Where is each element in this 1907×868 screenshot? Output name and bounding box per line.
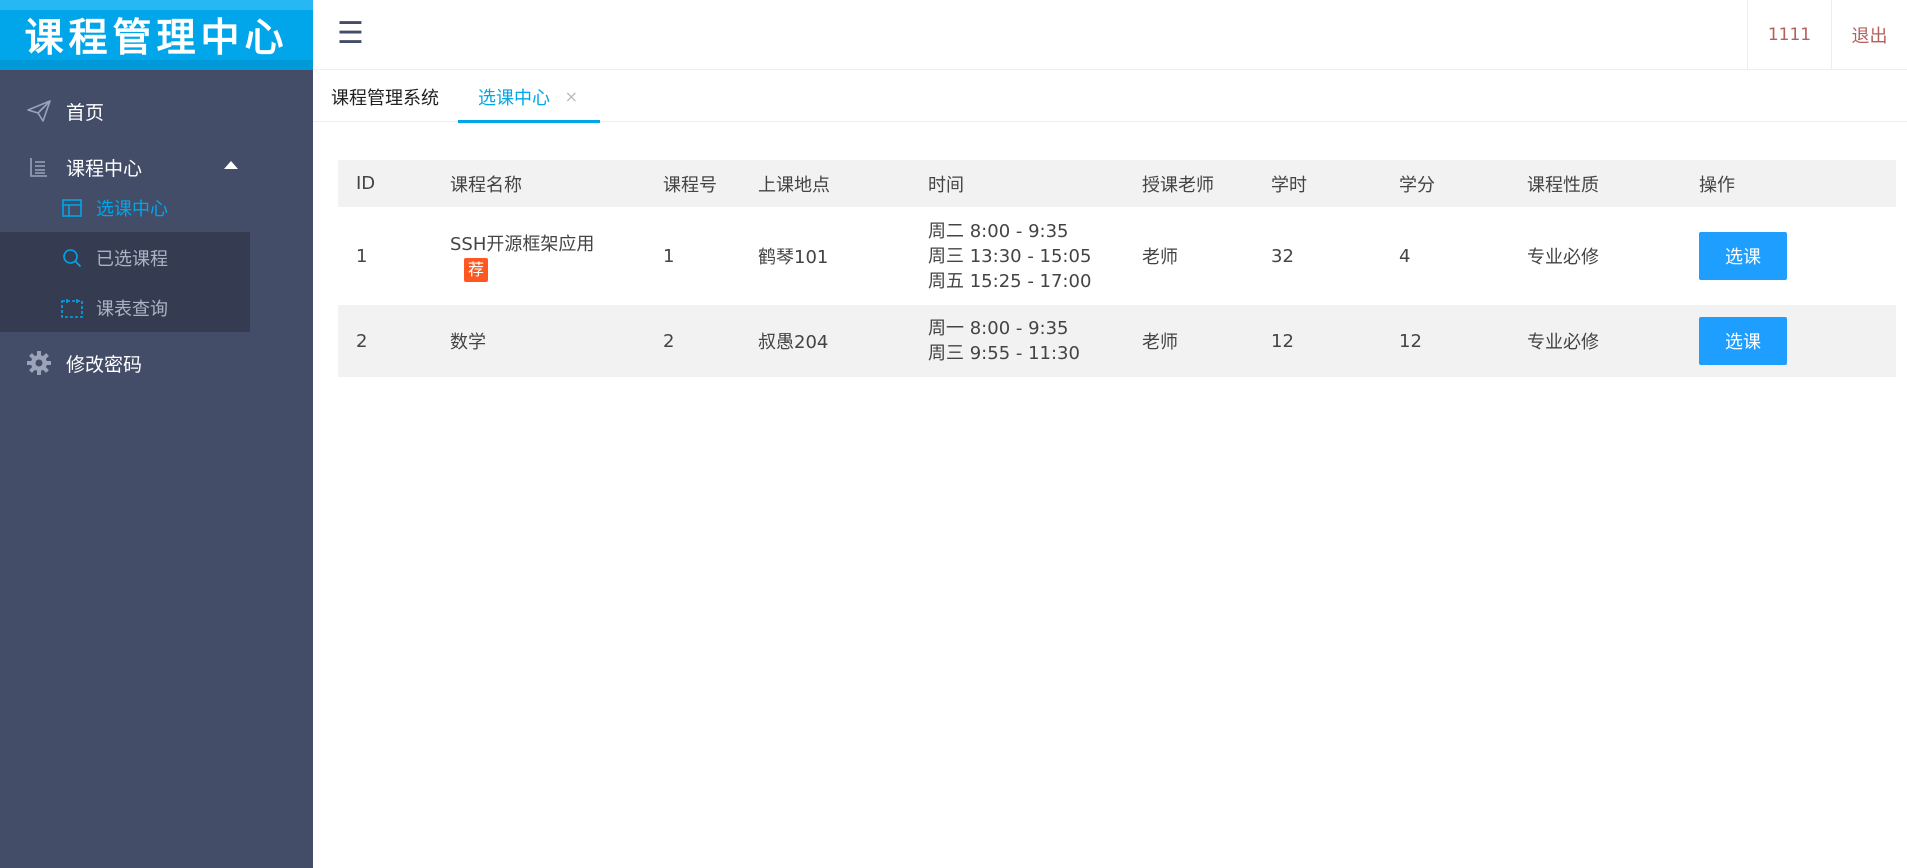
logo-text: 课程管理中心 bbox=[24, 15, 289, 61]
cell-id: 2 bbox=[338, 305, 432, 377]
cell-name: 数学 bbox=[432, 305, 645, 377]
tab-course-system[interactable]: 课程管理系统 bbox=[331, 71, 439, 122]
cell-location: 鹤琴101 bbox=[740, 207, 910, 305]
app-root: 课程管理中心 首页 课程中心 选课中心 已选课程 课表查询 修改密码 ☰ 111… bbox=[0, 0, 1907, 868]
column-header: 学分 bbox=[1381, 160, 1509, 207]
table-header-row: ID 课程名称 课程号 上课地点 时间 授课老师 学时 学分 课程性质 操作 bbox=[338, 160, 1896, 207]
cell-credit: 4 bbox=[1381, 207, 1509, 305]
cell-time: 周二 8:00 - 9:35 周三 13:30 - 15:05 周五 15:25… bbox=[910, 207, 1124, 305]
time-slot: 周五 15:25 - 17:00 bbox=[928, 270, 1092, 292]
tab-course-selection[interactable]: 选课中心 × bbox=[458, 71, 600, 123]
time-slot: 周三 13:30 - 15:05 bbox=[928, 245, 1092, 267]
cell-hours: 32 bbox=[1253, 207, 1381, 305]
column-header: 上课地点 bbox=[740, 160, 910, 207]
cell-teacher: 老师 bbox=[1124, 207, 1253, 305]
cell-name: SSH开源框架应用 荐 bbox=[432, 207, 645, 305]
tab-bar: 课程管理系统 选课中心 × bbox=[313, 71, 1907, 123]
user-name[interactable]: 1111 bbox=[1747, 0, 1831, 70]
cell-hours: 12 bbox=[1253, 305, 1381, 377]
sidebar-item-home[interactable]: 首页 bbox=[0, 83, 313, 139]
column-header: 学时 bbox=[1253, 160, 1381, 207]
cell-type: 专业必修 bbox=[1509, 305, 1681, 377]
sidebar-subitem-timetable[interactable]: 课表查询 bbox=[0, 283, 313, 333]
sidebar-subitem-label: 已选课程 bbox=[96, 249, 168, 270]
paper-plane-icon bbox=[24, 96, 54, 126]
tab-label: 课程管理系统 bbox=[331, 87, 439, 109]
time-slot: 周二 8:00 - 9:35 bbox=[928, 220, 1069, 242]
calendar-icon bbox=[60, 296, 84, 320]
hamburger-icon[interactable]: ☰ bbox=[337, 16, 365, 52]
cell-course-no: 1 bbox=[645, 207, 740, 305]
time-slot: 周三 9:55 - 11:30 bbox=[928, 343, 1080, 364]
sidebar-subitem-label: 选课中心 bbox=[96, 199, 168, 220]
sidebar-subitem-label: 课表查询 bbox=[96, 299, 168, 320]
sidebar-item-label: 修改密码 bbox=[66, 353, 143, 376]
cell-location: 叔愚204 bbox=[740, 305, 910, 377]
list-icon bbox=[24, 152, 54, 182]
select-course-button[interactable]: 选课 bbox=[1699, 317, 1787, 365]
cell-time: 周一 8:00 - 9:35 周三 9:55 - 11:30 bbox=[910, 305, 1124, 377]
column-header: 授课老师 bbox=[1124, 160, 1253, 207]
cell-type: 专业必修 bbox=[1509, 207, 1681, 305]
cell-action: 选课 bbox=[1681, 305, 1896, 377]
recommend-badge: 荐 bbox=[464, 258, 488, 282]
course-table: ID 课程名称 课程号 上课地点 时间 授课老师 学时 学分 课程性质 操作 1… bbox=[338, 160, 1896, 377]
sidebar-item-label: 课程中心 bbox=[66, 157, 143, 180]
column-header: 时间 bbox=[910, 160, 1124, 207]
sidebar-item-change-password[interactable]: 修改密码 bbox=[0, 335, 313, 391]
sidebar-item-label: 首页 bbox=[66, 101, 105, 124]
cell-credit: 12 bbox=[1381, 305, 1509, 377]
column-header: 课程性质 bbox=[1509, 160, 1681, 207]
cell-teacher: 老师 bbox=[1124, 305, 1253, 377]
gear-icon bbox=[24, 348, 54, 378]
logout-link[interactable]: 退出 bbox=[1831, 0, 1907, 70]
tab-label: 选课中心 bbox=[478, 87, 550, 109]
column-header: 课程号 bbox=[645, 160, 740, 207]
cell-course-no: 2 bbox=[645, 305, 740, 377]
select-course-button[interactable]: 选课 bbox=[1699, 232, 1787, 280]
close-icon[interactable]: × bbox=[565, 87, 578, 106]
sidebar: 课程管理中心 首页 课程中心 选课中心 已选课程 课表查询 修改密码 bbox=[0, 0, 313, 868]
search-icon bbox=[60, 246, 84, 270]
cell-id: 1 bbox=[338, 207, 432, 305]
table-row: 2 数学 2 叔愚204 周一 8:00 - 9:35 周三 9:55 - 11… bbox=[338, 305, 1896, 377]
logo: 课程管理中心 bbox=[0, 0, 313, 70]
column-header: 操作 bbox=[1681, 160, 1896, 207]
column-header: 课程名称 bbox=[432, 160, 645, 207]
cell-action: 选课 bbox=[1681, 207, 1896, 305]
column-header: ID bbox=[338, 160, 432, 207]
caret-up-icon bbox=[224, 161, 238, 169]
sidebar-subitem-course-selection[interactable]: 选课中心 bbox=[0, 183, 313, 233]
table-row: 1 SSH开源框架应用 荐 1 鹤琴101 周二 8:00 - 9:35 周三 … bbox=[338, 207, 1896, 305]
course-name: SSH开源框架应用 bbox=[450, 234, 595, 255]
table-icon bbox=[60, 196, 84, 220]
time-slot: 周一 8:00 - 9:35 bbox=[928, 318, 1069, 339]
top-header: ☰ 1111 退出 bbox=[313, 0, 1907, 70]
sidebar-subitem-selected-courses[interactable]: 已选课程 bbox=[0, 233, 313, 283]
